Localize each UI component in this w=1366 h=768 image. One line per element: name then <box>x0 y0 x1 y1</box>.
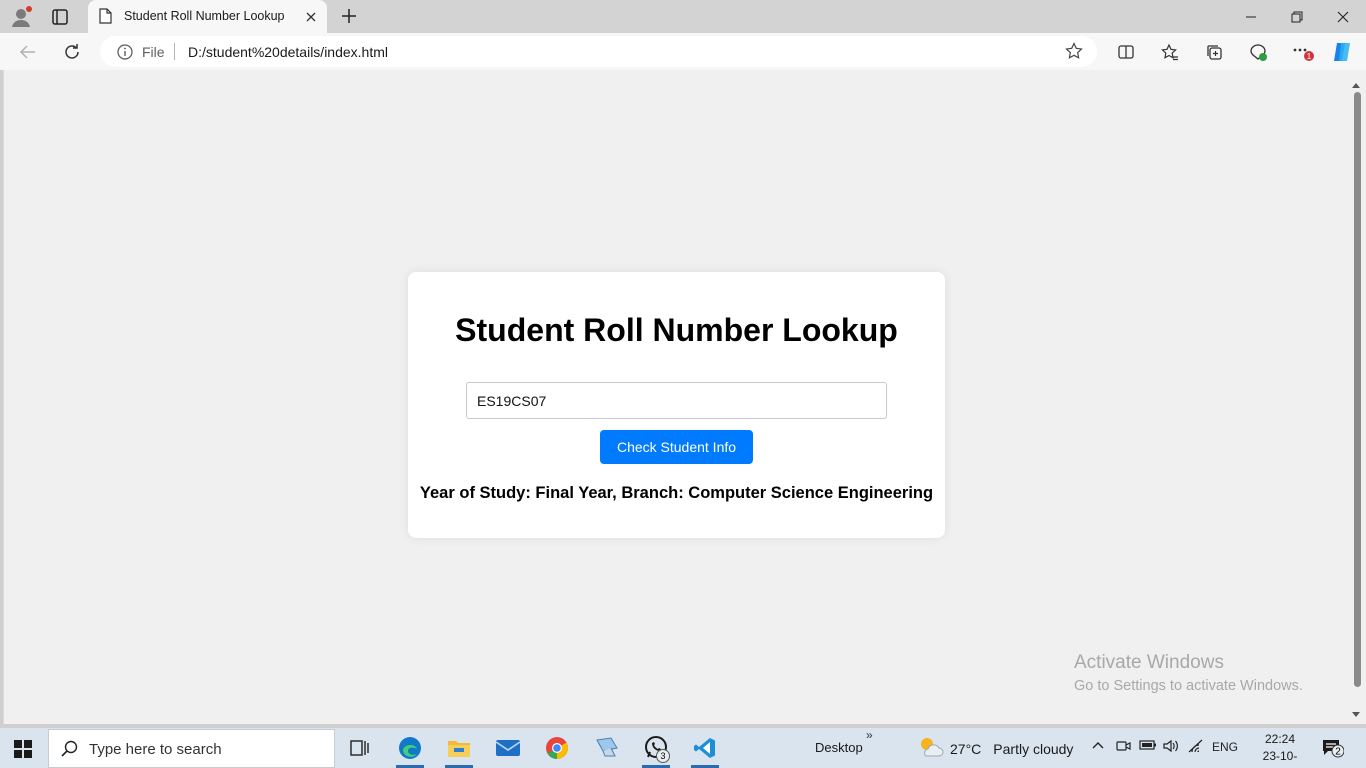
minimize-button[interactable] <box>1228 0 1274 33</box>
vertical-scrollbar[interactable] <box>1348 70 1366 724</box>
check-student-info-button[interactable]: Check Student Info <box>600 430 753 464</box>
scrollbar-thumb[interactable] <box>1354 92 1361 687</box>
desktop-toolbar-label[interactable]: Desktop <box>815 740 863 755</box>
tab-title: Student Roll Number Lookup <box>124 9 285 23</box>
desktop-toolbar-chevron[interactable]: » <box>866 728 873 742</box>
tab-actions-icon[interactable] <box>50 7 70 27</box>
student-result-text: Year of Study: Final Year, Branch: Compu… <box>419 484 934 502</box>
whatsapp-icon[interactable]: 3 <box>636 732 676 768</box>
clock-date: 23-10-2024 <box>1262 749 1298 768</box>
back-button[interactable] <box>16 40 40 64</box>
extension-badge-count: 1 <box>1307 52 1312 61</box>
battery-icon[interactable] <box>1139 738 1157 755</box>
address-url[interactable]: D:/student%20details/index.html <box>188 44 388 60</box>
new-tab-icon[interactable] <box>339 6 359 26</box>
task-view-icon[interactable] <box>340 732 380 764</box>
meet-now-icon[interactable] <box>1115 738 1131 757</box>
page-viewport: Student Roll Number Lookup Check Student… <box>3 70 1348 724</box>
restore-button[interactable] <box>1274 0 1320 33</box>
scroll-down-icon[interactable] <box>1351 706 1361 724</box>
vscode-icon[interactable] <box>685 732 725 768</box>
activate-windows-watermark: Activate Windows Go to Settings to activ… <box>1074 652 1303 694</box>
clock-time: 22:24 <box>1264 732 1296 746</box>
lookup-card: Student Roll Number Lookup Check Student… <box>408 272 945 538</box>
network-computer-icon[interactable] <box>587 732 627 764</box>
weather-temperature: 27°C <box>950 740 982 757</box>
collections-icon[interactable] <box>1202 40 1226 64</box>
browser-essentials-icon[interactable] <box>1246 40 1270 64</box>
watermark-title: Activate Windows <box>1074 652 1224 673</box>
info-icon[interactable] <box>117 44 133 65</box>
tray-overflow-chevron-icon[interactable] <box>1091 738 1105 755</box>
search-placeholder: Type here to search <box>89 741 222 758</box>
partly-cloudy-icon <box>918 736 944 761</box>
taskbar-search-box[interactable]: Type here to search <box>48 729 335 768</box>
windows-start-icon[interactable] <box>14 740 32 763</box>
profile-icon[interactable] <box>10 6 32 28</box>
input-language[interactable]: ENG <box>1212 740 1238 754</box>
system-clock[interactable]: 22:24 23-10-2024 <box>1250 731 1310 768</box>
address-divider <box>174 43 175 60</box>
split-screen-icon[interactable] <box>1114 40 1138 64</box>
wifi-icon[interactable] <box>1187 738 1205 757</box>
refresh-button[interactable] <box>60 40 84 64</box>
settings-more-icon[interactable]: 1 <box>1290 40 1314 64</box>
whatsapp-badge: 3 <box>656 749 670 763</box>
edge-app-icon[interactable] <box>390 732 430 768</box>
favorites-icon[interactable] <box>1158 40 1182 64</box>
close-window-button[interactable] <box>1320 0 1366 33</box>
favorite-star-icon[interactable] <box>1065 42 1083 65</box>
browser-tab-active[interactable]: Student Roll Number Lookup <box>88 0 327 33</box>
page-title: Student Roll Number Lookup <box>455 312 898 348</box>
notification-center-icon[interactable]: 2 <box>1322 738 1345 763</box>
search-icon <box>61 740 79 763</box>
mail-icon[interactable] <box>488 732 528 764</box>
document-icon <box>98 8 112 29</box>
weather-description: Partly cloudy <box>993 740 1074 757</box>
windows-taskbar: Type here to search 3 Desktop » 27°C Par… <box>0 728 1366 768</box>
title-bar: Student Roll Number Lookup <box>0 0 1366 33</box>
close-tab-icon[interactable] <box>303 9 319 25</box>
watermark-subtitle: Go to Settings to activate Windows. <box>1074 678 1303 694</box>
roll-number-input[interactable] <box>466 382 887 419</box>
address-scheme-label: File <box>142 44 165 60</box>
chrome-icon[interactable] <box>537 732 577 764</box>
address-bar[interactable]: File D:/student%20details/index.html <box>100 36 1097 67</box>
copilot-icon[interactable] <box>1331 40 1355 64</box>
volume-icon[interactable] <box>1162 738 1180 757</box>
file-explorer-icon[interactable] <box>439 732 479 768</box>
browser-toolbar: File D:/student%20details/index.html 1 <box>0 33 1366 70</box>
notification-count: 2 <box>1335 747 1341 758</box>
weather-widget[interactable]: 27°C Partly cloudy <box>918 736 1073 761</box>
